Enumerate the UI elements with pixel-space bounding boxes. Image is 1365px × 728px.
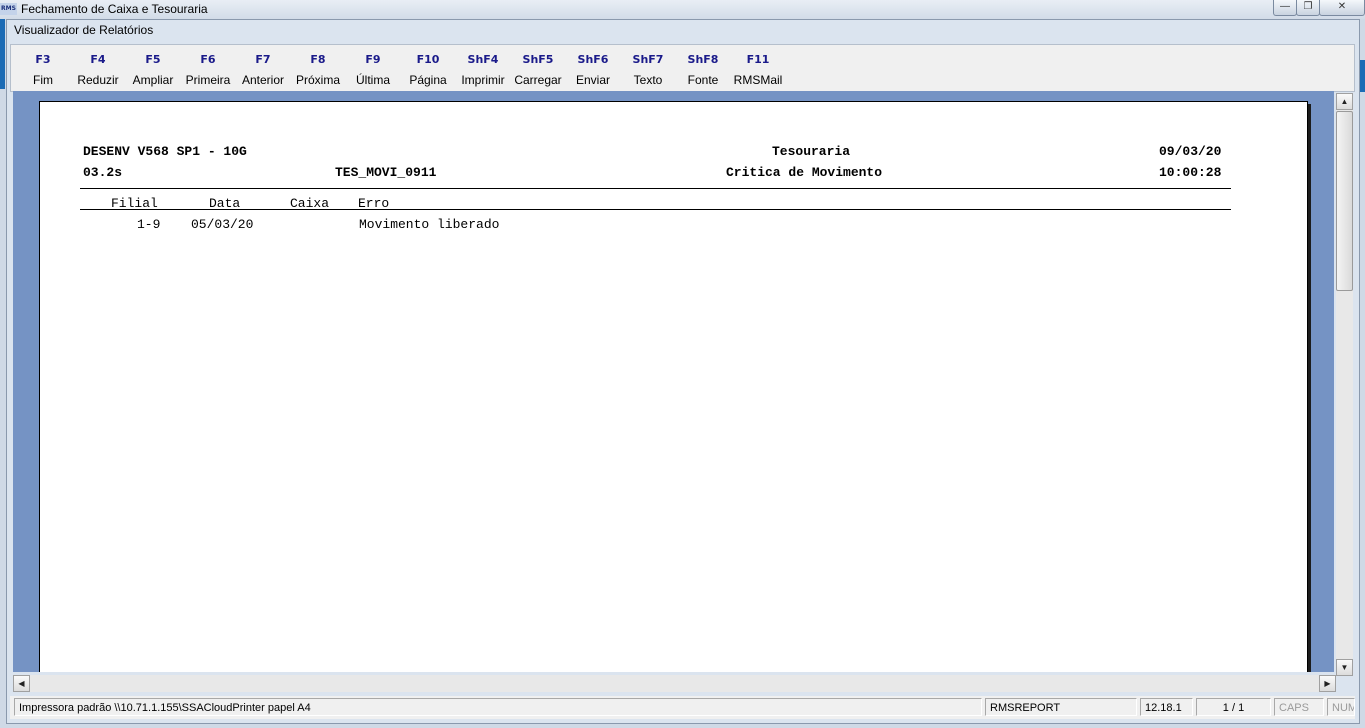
scroll-up-icon[interactable]: ▲ bbox=[1336, 93, 1353, 110]
vertical-scrollbar[interactable]: ▲ ▼ bbox=[1336, 93, 1353, 676]
report-title: Critica de Movimento bbox=[726, 165, 883, 180]
tb-key: F7 bbox=[255, 53, 271, 66]
tb-key: F6 bbox=[200, 53, 216, 66]
tb-rmsmail-button[interactable]: F11 RMSMail bbox=[731, 45, 785, 91]
tb-label: Última bbox=[355, 73, 390, 87]
tb-key: F3 bbox=[35, 53, 51, 66]
tb-key: F10 bbox=[416, 53, 440, 66]
tb-label: Página bbox=[409, 73, 447, 87]
tb-key: F11 bbox=[746, 53, 770, 66]
tb-label: RMSMail bbox=[733, 73, 783, 87]
status-num: NUM bbox=[1327, 698, 1355, 716]
tb-label: Anterior bbox=[241, 73, 285, 87]
status-module: RMSREPORT bbox=[985, 698, 1137, 716]
tb-key: F8 bbox=[310, 53, 326, 66]
scroll-down-icon[interactable]: ▼ bbox=[1336, 659, 1353, 676]
status-printer: Impressora padrão \\10.71.1.155\SSACloud… bbox=[14, 698, 982, 716]
report-time: 10:00:28 bbox=[1159, 165, 1222, 180]
app-logo-icon: RMS bbox=[0, 3, 17, 15]
tb-pagina-button[interactable]: F10 Página bbox=[401, 45, 455, 91]
tb-fim-button[interactable]: F3 Fim bbox=[16, 45, 70, 91]
tb-imprimir-button[interactable]: ShF4 Imprimir bbox=[456, 45, 510, 91]
minimize-button[interactable]: — bbox=[1273, 0, 1297, 16]
status-caps: CAPS bbox=[1274, 698, 1324, 716]
status-version: 12.18.1 bbox=[1140, 698, 1193, 716]
scroll-right-icon[interactable]: ▶ bbox=[1319, 675, 1336, 692]
status-page: 1 / 1 bbox=[1196, 698, 1271, 716]
horizontal-scrollbar[interactable]: ◀ ▶ bbox=[13, 675, 1336, 692]
restore-button[interactable]: ❐ bbox=[1296, 0, 1320, 16]
tb-label: Enviar bbox=[575, 73, 610, 87]
report-header-rule bbox=[80, 188, 1231, 189]
tb-key: ShF4 bbox=[467, 53, 499, 66]
tb-key: F5 bbox=[145, 53, 161, 66]
outer-title-bar[interactable]: RMS Fechamento de Caixa e Tesouraria — ❐… bbox=[0, 0, 1365, 19]
cell-erro: Movimento liberado bbox=[359, 217, 500, 232]
tb-key: ShF6 bbox=[577, 53, 609, 66]
scroll-left-icon[interactable]: ◀ bbox=[13, 675, 30, 692]
tb-key: ShF5 bbox=[522, 53, 554, 66]
report-version: 03.2s bbox=[83, 165, 123, 180]
tb-primeira-button[interactable]: F6 Primeira bbox=[181, 45, 235, 91]
dialog-title: Visualizador de Relatórios bbox=[14, 23, 154, 37]
tb-ampliar-button[interactable]: F5 Ampliar bbox=[126, 45, 180, 91]
close-button[interactable]: ✕ bbox=[1319, 0, 1365, 16]
tb-label: Fonte bbox=[687, 73, 719, 87]
report-viewport[interactable]: DESENV V568 SP1 - 10G Tesouraria 09/03/2… bbox=[13, 91, 1334, 672]
toolbar: F3 Fim F4 Reduzir F5 Ampliar F6 Primeira… bbox=[10, 44, 1355, 92]
tb-ultima-button[interactable]: F9 Última bbox=[346, 45, 400, 91]
vertical-scroll-thumb[interactable] bbox=[1336, 111, 1353, 291]
tb-key: F9 bbox=[365, 53, 381, 66]
window-title: Fechamento de Caixa e Tesouraria bbox=[21, 2, 208, 16]
cell-data: 05/03/20 bbox=[191, 217, 254, 232]
report-date: 09/03/20 bbox=[1159, 144, 1222, 159]
tb-label: Imprimir bbox=[461, 73, 505, 87]
tb-label: Carregar bbox=[514, 73, 562, 87]
report-system: DESENV V568 SP1 - 10G bbox=[83, 144, 247, 159]
report-viewer-dialog: Visualizador de Relatórios F3 Fim F4 Red… bbox=[6, 19, 1360, 724]
status-bar: Impressora padrão \\10.71.1.155\SSACloud… bbox=[10, 696, 1355, 719]
tb-label: Primeira bbox=[185, 73, 231, 87]
tb-key: ShF7 bbox=[632, 53, 664, 66]
tb-key: ShF8 bbox=[687, 53, 719, 66]
tb-label: Reduzir bbox=[77, 73, 119, 87]
tb-label: Texto bbox=[633, 73, 663, 87]
report-program: TES_MOVI_0911 bbox=[335, 165, 437, 180]
tb-carregar-button[interactable]: ShF5 Carregar bbox=[511, 45, 565, 91]
report-columns-rule bbox=[80, 209, 1231, 210]
tb-proxima-button[interactable]: F8 Próxima bbox=[291, 45, 345, 91]
report-page: DESENV V568 SP1 - 10G Tesouraria 09/03/2… bbox=[39, 101, 1308, 672]
tb-label: Ampliar bbox=[132, 73, 174, 87]
cell-filial: 1-9 bbox=[137, 217, 161, 232]
tb-enviar-button[interactable]: ShF6 Enviar bbox=[566, 45, 620, 91]
tb-anterior-button[interactable]: F7 Anterior bbox=[236, 45, 290, 91]
tb-label: Fim bbox=[33, 73, 53, 87]
tb-fonte-button[interactable]: ShF8 Fonte bbox=[676, 45, 730, 91]
tb-reduzir-button[interactable]: F4 Reduzir bbox=[71, 45, 125, 91]
tb-key: F4 bbox=[90, 53, 106, 66]
tb-texto-button[interactable]: ShF7 Texto bbox=[621, 45, 675, 91]
report-section: Tesouraria bbox=[772, 144, 851, 159]
background-window-edge bbox=[0, 19, 5, 89]
tb-label: Próxima bbox=[295, 73, 340, 87]
